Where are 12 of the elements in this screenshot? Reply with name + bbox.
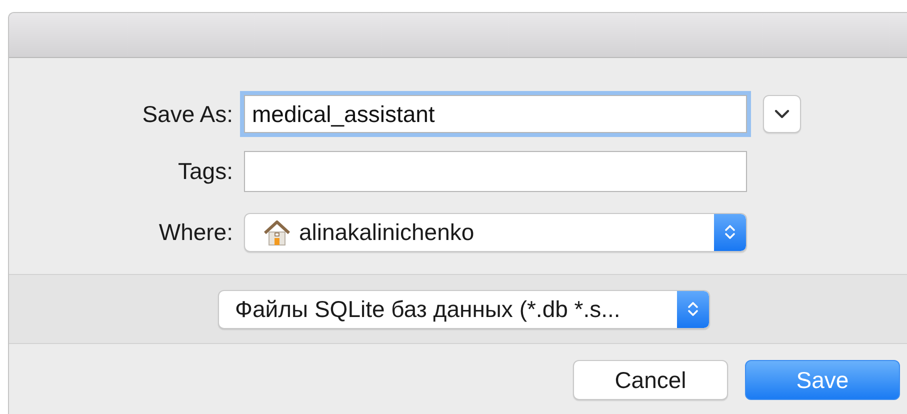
tags-field[interactable] xyxy=(244,151,747,192)
save-as-label: Save As: xyxy=(142,100,233,128)
file-format-popup[interactable]: Файлы SQLite баз данных (*.db *.s... xyxy=(218,290,710,328)
home-icon xyxy=(263,220,291,246)
where-label: Where: xyxy=(158,219,233,246)
cancel-button[interactable]: Cancel xyxy=(573,360,728,400)
stepper-arrows-icon xyxy=(723,224,737,241)
expand-button[interactable] xyxy=(763,95,801,133)
chevron-icon xyxy=(774,109,790,119)
stepper-arrows-icon xyxy=(686,300,700,318)
location-popup[interactable]: alinakalinichenko xyxy=(244,213,747,252)
tags-label: Tags: xyxy=(178,158,233,185)
